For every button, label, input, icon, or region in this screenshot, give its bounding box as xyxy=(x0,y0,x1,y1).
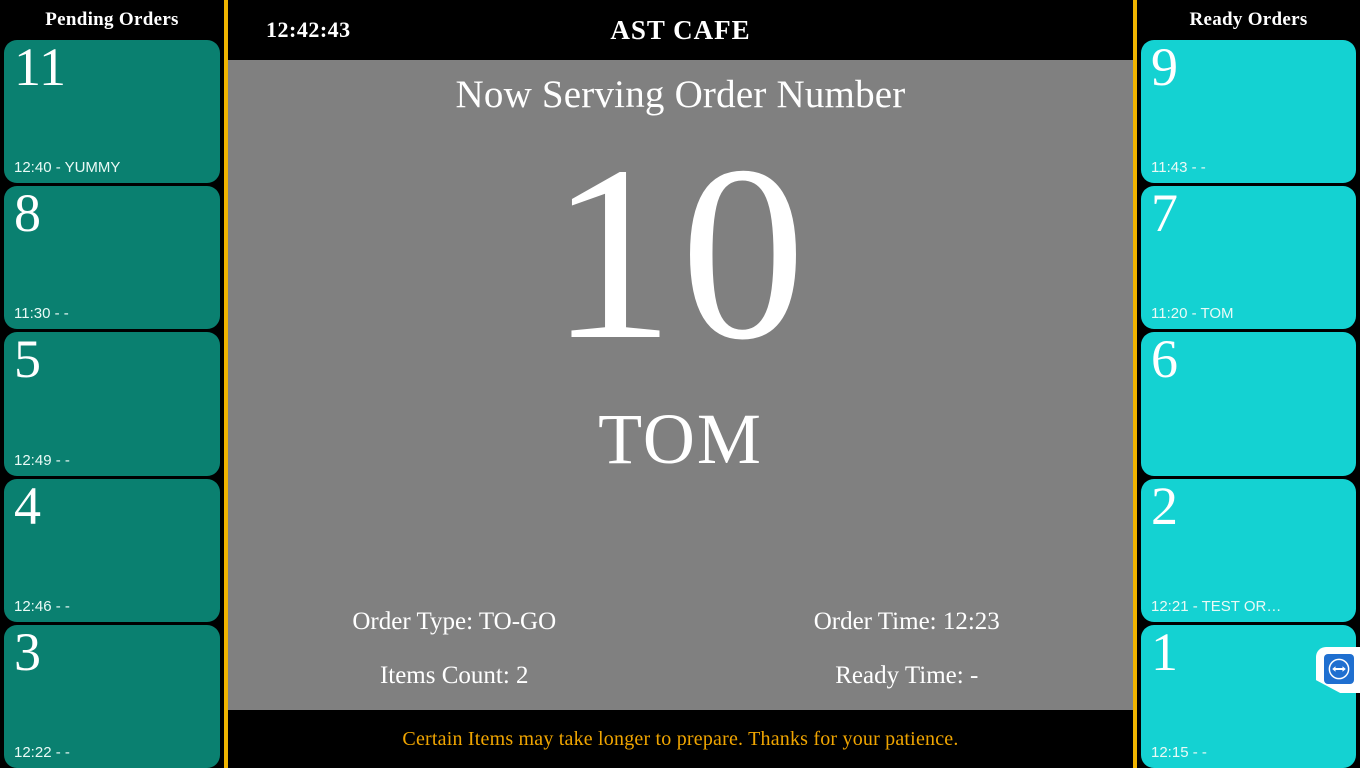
now-serving-heading: Now Serving Order Number xyxy=(455,73,906,116)
pending-order-card[interactable]: 4 12:46 - - xyxy=(4,478,220,622)
order-time: Order Time: 12:23 xyxy=(813,608,1000,635)
order-meta: 12:46 - - xyxy=(14,597,70,615)
pending-order-card[interactable]: 11 12:40 - YUMMY xyxy=(4,40,220,184)
pending-order-card[interactable]: 8 11:30 - - xyxy=(4,186,220,330)
order-number: 7 xyxy=(1151,186,1178,244)
order-number: 11 xyxy=(14,40,66,97)
store-name: AST CAFE xyxy=(610,14,751,45)
ready-order-card[interactable]: 7 11:20 - TOM xyxy=(1141,186,1356,330)
order-details: Order Type: TO-GO Order Time: 12:23 Item… xyxy=(228,608,1133,690)
ticker-message: Certain Items may take longer to prepare… xyxy=(228,710,1133,768)
order-number: 3 xyxy=(14,624,41,682)
pending-orders-panel: Pending Orders 11 12:40 - YUMMY 8 11:30 … xyxy=(0,0,228,768)
order-meta: 11:20 - TOM xyxy=(1151,305,1234,323)
order-meta: 12:21 - TEST OR… xyxy=(1151,597,1282,615)
now-serving-customer-name: TOM xyxy=(598,399,763,479)
top-bar: 12:42:43 AST CAFE xyxy=(228,0,1133,60)
order-number: 5 xyxy=(14,332,41,390)
now-serving-order-number: 10 xyxy=(549,115,812,392)
pending-orders-list: 11 12:40 - YUMMY 8 11:30 - - 5 12:49 - -… xyxy=(0,40,224,768)
kds-customer-display: Pending Orders 11 12:40 - YUMMY 8 11:30 … xyxy=(0,0,1360,768)
order-meta: 12:15 - - xyxy=(1151,744,1207,762)
now-serving-stage: Now Serving Order Number 10 TOM Order Ty… xyxy=(228,60,1133,710)
pending-order-card[interactable]: 3 12:22 - - xyxy=(4,624,220,768)
ready-orders-title: Ready Orders xyxy=(1189,9,1308,30)
ready-order-card[interactable]: 2 12:21 - TEST OR… xyxy=(1141,478,1356,622)
order-number: 9 xyxy=(1151,40,1178,97)
order-type: Order Type: TO-GO xyxy=(352,608,557,635)
order-meta: 12:40 - YUMMY xyxy=(14,159,121,177)
order-number: 8 xyxy=(14,186,41,244)
clock: 12:42:43 xyxy=(266,17,351,42)
order-number: 2 xyxy=(1151,478,1178,536)
teamviewer-icon[interactable] xyxy=(1316,647,1360,695)
ready-order-card[interactable]: 6 xyxy=(1141,332,1356,476)
order-number: 6 xyxy=(1151,332,1178,390)
teamviewer-arrows-icon xyxy=(1324,654,1354,684)
order-meta: 11:43 - - xyxy=(1151,159,1206,177)
pending-orders-title: Pending Orders xyxy=(45,9,179,30)
ready-time: Ready Time: - xyxy=(835,662,979,689)
pending-order-card[interactable]: 5 12:49 - - xyxy=(4,332,220,476)
order-meta: 12:22 - - xyxy=(14,744,70,762)
order-meta: 11:30 - - xyxy=(14,305,69,323)
ready-orders-panel: Ready Orders 9 11:43 - - 7 11:20 - TOM 6… xyxy=(1133,0,1360,768)
order-number: 4 xyxy=(14,478,41,536)
ready-order-card[interactable]: 9 11:43 - - xyxy=(1141,40,1356,184)
items-count: Items Count: 2 xyxy=(379,662,529,689)
now-serving-panel: 12:42:43 AST CAFE Now Serving Order Numb… xyxy=(228,0,1133,768)
order-meta: 12:49 - - xyxy=(14,451,70,469)
